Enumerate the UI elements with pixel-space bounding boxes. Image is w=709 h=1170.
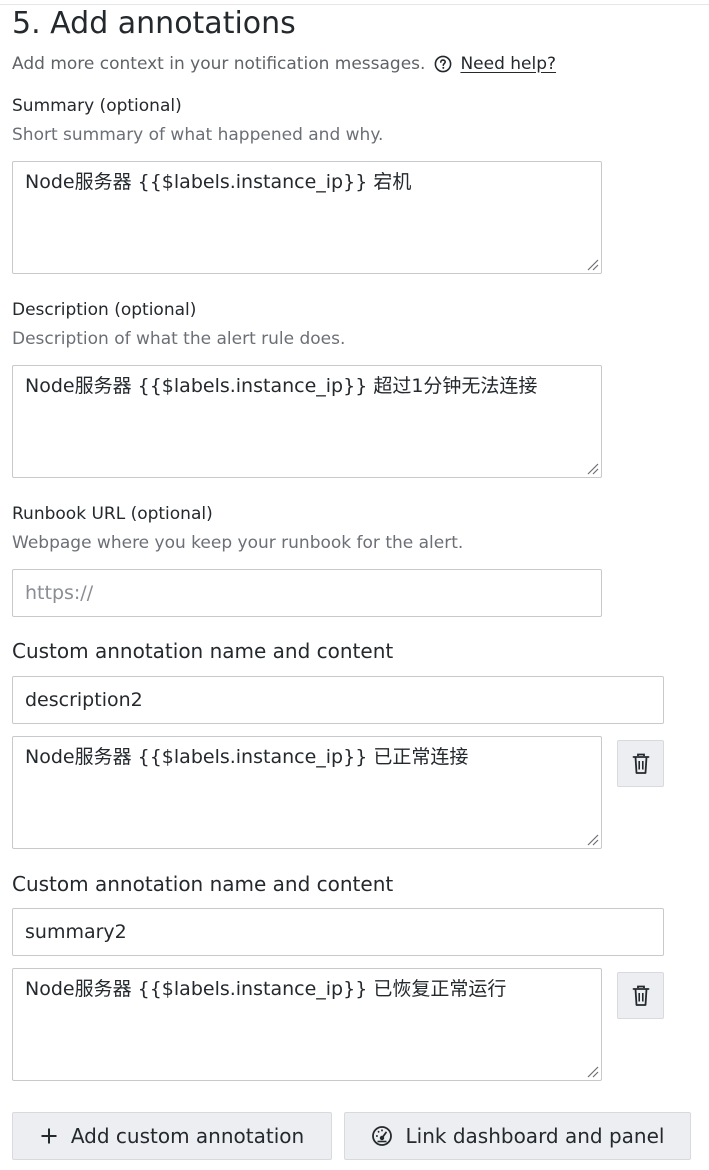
subtitle-text: Add more context in your notification me… (12, 54, 426, 74)
summary-description: Short summary of what happened and why. (12, 125, 384, 145)
custom-annotation-content-textarea[interactable]: Node服务器 {{$labels.instance_ip}} 已恢复正常运行 (12, 968, 602, 1081)
delete-annotation-button[interactable] (617, 972, 664, 1019)
resize-grip-icon[interactable] (587, 463, 599, 475)
need-help-link[interactable]: Need help? (460, 52, 556, 76)
custom-annotation-name-input[interactable]: summary2 (12, 908, 664, 956)
trash-icon (632, 753, 649, 774)
resize-grip-icon[interactable] (587, 1066, 599, 1078)
resize-grip-icon[interactable] (587, 259, 599, 271)
description-description: Description of what the alert rule does. (12, 329, 346, 349)
question-circle-icon (434, 55, 452, 73)
runbook-placeholder: https:// (25, 582, 94, 604)
trash-icon (632, 985, 649, 1006)
description-textarea[interactable]: Node服务器 {{$labels.instance_ip}} 超过1分钟无法连… (12, 365, 602, 478)
custom-annotation-title: Custom annotation name and content (12, 872, 394, 896)
custom-annotation-content-textarea[interactable]: Node服务器 {{$labels.instance_ip}} 已正常连接 (12, 736, 602, 849)
summary-textarea[interactable]: Node服务器 {{$labels.instance_ip}} 宕机 (12, 161, 602, 274)
custom-annotation-content-value: Node服务器 {{$labels.instance_ip}} 已正常连接 (25, 746, 469, 768)
link-dashboard-button[interactable]: Link dashboard and panel (344, 1112, 691, 1160)
delete-annotation-button[interactable] (617, 740, 664, 787)
dashboard-gauge-icon (371, 1126, 392, 1146)
add-custom-annotation-button[interactable]: Add custom annotation (12, 1112, 332, 1160)
add-custom-annotation-label: Add custom annotation (70, 1124, 305, 1148)
summary-label: Summary (optional) (12, 96, 182, 116)
plus-icon (41, 1128, 57, 1144)
section-subtitle: Add more context in your notification me… (12, 52, 556, 76)
custom-annotation-name-value: summary2 (25, 921, 127, 943)
runbook-label: Runbook URL (optional) (12, 504, 213, 524)
description-value: Node服务器 {{$labels.instance_ip}} 超过1分钟无法连… (25, 375, 538, 397)
custom-annotation-title: Custom annotation name and content (12, 639, 394, 663)
section-title: 5. Add annotations (12, 6, 296, 41)
runbook-description: Webpage where you keep your runbook for … (12, 533, 464, 553)
description-label: Description (optional) (12, 300, 197, 320)
custom-annotation-name-input[interactable]: description2 (12, 676, 664, 724)
link-dashboard-label: Link dashboard and panel (405, 1124, 665, 1148)
custom-annotation-name-value: description2 (25, 689, 143, 711)
resize-grip-icon[interactable] (587, 834, 599, 846)
runbook-url-input[interactable]: https:// (12, 569, 602, 617)
custom-annotation-content-value: Node服务器 {{$labels.instance_ip}} 已恢复正常运行 (25, 978, 507, 1000)
summary-value: Node服务器 {{$labels.instance_ip}} 宕机 (25, 171, 412, 193)
